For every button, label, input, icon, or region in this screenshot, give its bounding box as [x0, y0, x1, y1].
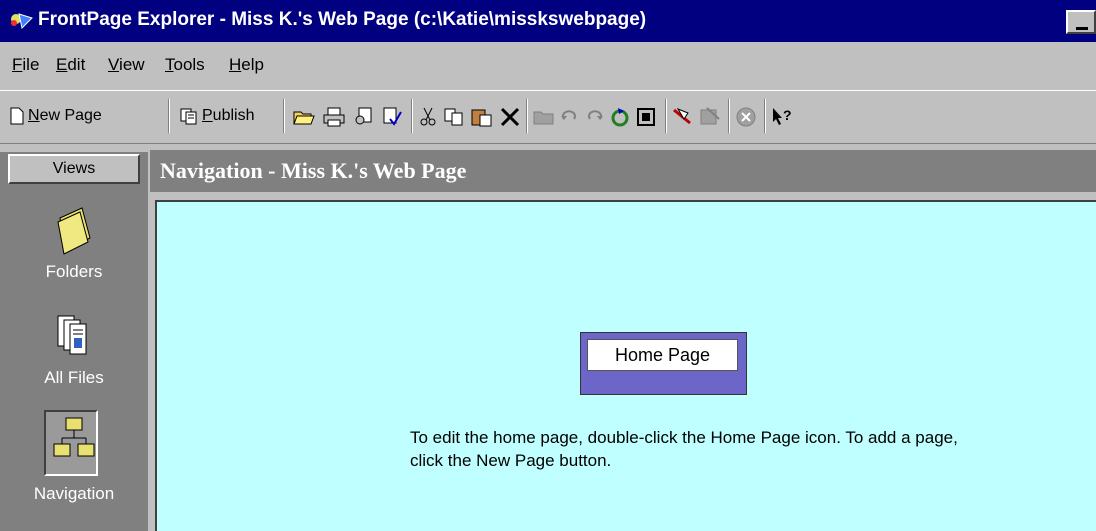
- redo-icon: [582, 105, 606, 129]
- copy-icon[interactable]: [442, 105, 466, 129]
- new-page-button[interactable]: New Page: [10, 99, 102, 133]
- publish-label: Publish: [202, 107, 255, 124]
- editor-icon[interactable]: [671, 105, 695, 129]
- views-header: Views: [8, 154, 140, 184]
- folder-icon: [57, 207, 91, 255]
- delete-icon[interactable]: [498, 105, 522, 129]
- all-files-icon: [57, 315, 87, 355]
- stop-icon[interactable]: [634, 105, 658, 129]
- minimize-button[interactable]: [1066, 10, 1096, 34]
- view-folders-label: Folders: [45, 262, 103, 281]
- menu-help[interactable]: Help: [229, 55, 264, 75]
- menu-tools[interactable]: Tools: [165, 55, 205, 75]
- instructions-text: To edit the home page, double-click the …: [410, 428, 958, 470]
- cancel-icon: [734, 105, 758, 129]
- view-folders[interactable]: Folders: [0, 204, 148, 282]
- svg-text:?: ?: [783, 107, 792, 123]
- cut-icon[interactable]: [416, 105, 440, 129]
- undo-icon: [558, 105, 582, 129]
- paste-icon[interactable]: [470, 105, 494, 129]
- menu-file[interactable]: File: [12, 55, 39, 75]
- new-page-icon: [10, 107, 24, 125]
- publish-icon: [180, 108, 197, 125]
- title-bar: FrontPage Explorer - Miss K.'s Web Page …: [0, 0, 1096, 42]
- spelling-icon[interactable]: [380, 105, 404, 129]
- image-editor-icon: [698, 105, 722, 129]
- navigation-icon: [53, 417, 95, 457]
- view-navigation[interactable]: Navigation: [0, 414, 148, 504]
- view-all-files[interactable]: All Files: [0, 312, 148, 388]
- open-icon[interactable]: [292, 105, 316, 129]
- new-page-label: New Page: [28, 107, 102, 124]
- refresh-icon[interactable]: [608, 105, 632, 129]
- home-page-node[interactable]: Home Page: [580, 332, 747, 395]
- window-title: FrontPage Explorer - Miss K.'s Web Page …: [38, 9, 647, 30]
- menu-edit[interactable]: Edit: [56, 55, 85, 75]
- pane-title: Navigation - Miss K.'s Web Page: [150, 150, 1096, 192]
- print-icon[interactable]: [322, 105, 346, 129]
- frontpage-icon: [11, 13, 33, 30]
- home-page-label: Home Page: [587, 339, 738, 371]
- new-folder-icon: [532, 105, 556, 129]
- publish-button[interactable]: Publish: [180, 99, 254, 133]
- view-all-files-label: All Files: [44, 368, 104, 387]
- menu-bar: File Edit View Tools Help: [0, 44, 1096, 84]
- toolbar: New Page Publish ?: [0, 90, 1096, 144]
- menu-view[interactable]: View: [108, 55, 145, 75]
- help-icon[interactable]: ?: [770, 105, 794, 129]
- view-navigation-label: Navigation: [33, 484, 115, 503]
- find-icon[interactable]: [352, 105, 376, 129]
